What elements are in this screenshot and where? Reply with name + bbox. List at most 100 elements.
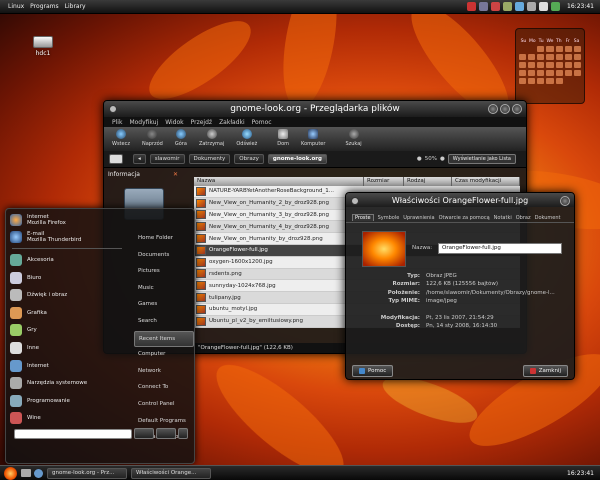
props-details: Typ: Obraz JPEG Rozmiar: 122,6 KB (125556 … — [356, 273, 571, 331]
place-network[interactable]: Network — [134, 364, 194, 381]
back-button[interactable]: Wstecz — [112, 129, 130, 147]
search-button[interactable]: Szukaj — [345, 129, 362, 147]
col-type[interactable]: Rodzaj — [404, 177, 452, 186]
place-games[interactable]: Games — [134, 297, 194, 314]
breadcrumb-back-arrow-icon[interactable]: ◂ — [133, 154, 146, 164]
power-icon[interactable] — [134, 428, 154, 439]
top-menu-library[interactable]: Library — [65, 3, 86, 10]
category-inne[interactable]: Inne — [8, 339, 126, 357]
show-desktop-icon[interactable] — [21, 469, 31, 477]
tab-notatki[interactable]: Notatki — [494, 215, 512, 221]
stop-icon — [206, 129, 217, 139]
place-search[interactable]: Search — [134, 314, 194, 331]
col-modified[interactable]: Czas modyfikacji — [452, 177, 520, 186]
place-computer[interactable]: Computer — [134, 347, 194, 364]
maximize-icon[interactable] — [500, 104, 510, 114]
folder-icon[interactable] — [503, 2, 513, 11]
users-icon[interactable] — [479, 2, 489, 11]
tab-obraz[interactable]: Obraz — [516, 215, 531, 221]
power-icon[interactable] — [551, 2, 561, 11]
forward-button[interactable]: Naprzód — [142, 129, 163, 147]
image-thumb-icon — [196, 316, 206, 326]
menu-przejdz[interactable]: Przejdź — [191, 119, 212, 126]
category-grafika[interactable]: Grafika — [8, 304, 126, 322]
category-multimedia[interactable]: Dźwięk i obraz — [8, 286, 126, 304]
up-button[interactable]: Góra — [175, 129, 187, 147]
top-clock[interactable]: 16:23:41 — [567, 3, 594, 10]
view-mode-select[interactable]: Wyświetlanie jako Lista — [447, 154, 516, 164]
menu-zakladki[interactable]: Zakładki — [219, 119, 245, 126]
category-akcesoria[interactable]: Akcesoria — [8, 251, 126, 269]
menu-plik[interactable]: Plik — [112, 119, 122, 126]
menu-widok[interactable]: Widok — [165, 119, 183, 126]
bottom-clock[interactable]: 16:23:41 — [567, 470, 594, 477]
place-control-panel[interactable]: Control Panel — [134, 397, 194, 414]
close-icon[interactable] — [512, 104, 522, 114]
top-menu-linux[interactable]: Linux — [8, 3, 24, 10]
props-titlebar[interactable]: Właściwości OrangeFlower-full.jpg — [346, 193, 574, 207]
category-internet[interactable]: Internet — [8, 357, 126, 375]
category-programowanie[interactable]: Programowanie — [8, 392, 126, 410]
sidebar-close-icon[interactable]: ✕ — [173, 171, 178, 178]
file-preview-image[interactable] — [362, 231, 406, 267]
stop-button[interactable]: Zatrzymaj — [199, 129, 224, 147]
tab-dokument[interactable]: Dokument — [535, 215, 561, 221]
arrow-right-icon[interactable] — [178, 428, 188, 439]
tab-symbole[interactable]: Symbole — [378, 215, 400, 221]
edit-location-icon[interactable] — [109, 154, 123, 164]
place-music[interactable]: Music — [134, 281, 194, 298]
pinned-firefox[interactable]: Internet Mozilla Firefox — [8, 211, 126, 229]
place-home[interactable]: Home Folder — [134, 231, 194, 248]
close-icon[interactable] — [560, 196, 570, 206]
mail-icon[interactable] — [491, 2, 501, 11]
desktop-drive-icon[interactable]: hdc1 — [28, 36, 58, 57]
zoom-in-icon[interactable]: ● — [440, 156, 445, 162]
top-menu-programs[interactable]: Programs — [30, 3, 58, 10]
home-button[interactable]: Dom — [277, 129, 289, 147]
computer-button[interactable]: Komputer — [301, 129, 325, 147]
window-menu-icon[interactable] — [351, 197, 359, 205]
reload-button[interactable]: Odśwież — [236, 129, 257, 147]
place-connect-to[interactable]: Connect To — [134, 380, 194, 397]
place-documents[interactable]: Documents — [134, 248, 194, 265]
monitor-icon[interactable] — [527, 2, 537, 11]
task-properties[interactable]: Właściwości Orange... — [131, 467, 211, 479]
start-orb-icon[interactable] — [4, 466, 17, 480]
tab-proste[interactable]: Proste — [352, 214, 374, 221]
name-field[interactable]: OrangeFlower-full.jpg — [438, 243, 562, 254]
tab-uprawnienia[interactable]: Uprawnienia — [403, 215, 434, 221]
col-name[interactable]: Nazwa — [194, 177, 364, 186]
zoom-level[interactable]: 50% — [425, 156, 437, 162]
tab-otwarcie[interactable]: Otwarcie za pomocą — [439, 215, 490, 221]
place-recent-items[interactable]: Recent Items — [134, 330, 194, 348]
help-button[interactable]: Pomoc — [352, 365, 394, 377]
volume-icon[interactable] — [539, 2, 549, 11]
category-wine[interactable]: Wine — [8, 410, 126, 428]
browser-launcher-icon[interactable] — [34, 468, 43, 478]
window-menu-icon[interactable] — [109, 105, 117, 113]
breadcrumb-gnome-look[interactable]: gnome-look.org — [267, 154, 327, 164]
breadcrumb-dokumenty[interactable]: Dokumenty — [188, 154, 231, 164]
props-tabs: Proste Symbole Uprawnienia Otwarcie za p… — [346, 213, 574, 223]
sidebar-header[interactable]: Informacja — [108, 171, 140, 178]
task-file-manager[interactable]: gnome-look.org - Prz... — [47, 467, 127, 479]
fm-titlebar[interactable]: gnome-look.org - Przeglądarka plików — [104, 101, 526, 117]
lock-icon[interactable] — [156, 428, 176, 439]
category-gry[interactable]: Gry — [8, 322, 126, 340]
network-icon[interactable] — [467, 2, 477, 11]
category-biuro[interactable]: Biuro — [8, 269, 126, 287]
chat-icon[interactable] — [515, 2, 525, 11]
category-narzedzia[interactable]: Narzędzia systemowe — [8, 374, 126, 392]
place-pictures[interactable]: Pictures — [134, 264, 194, 281]
menu-pomoc[interactable]: Pomoc — [252, 119, 272, 126]
zoom-out-icon[interactable]: ● — [417, 156, 422, 162]
close-button[interactable]: Zamknij — [522, 365, 568, 377]
image-thumb-icon — [196, 198, 206, 208]
menu-modyfikuj[interactable]: Modyfikuj — [129, 119, 158, 126]
breadcrumb-obrazy[interactable]: Obrazy — [234, 154, 264, 164]
start-search-input[interactable] — [14, 429, 132, 439]
pinned-thunderbird[interactable]: E-mail Mozilla Thunderbird — [8, 229, 126, 247]
breadcrumb-slawomir[interactable]: slawomir — [149, 154, 185, 164]
minimize-icon[interactable] — [488, 104, 498, 114]
col-size[interactable]: Rozmiar — [364, 177, 404, 186]
